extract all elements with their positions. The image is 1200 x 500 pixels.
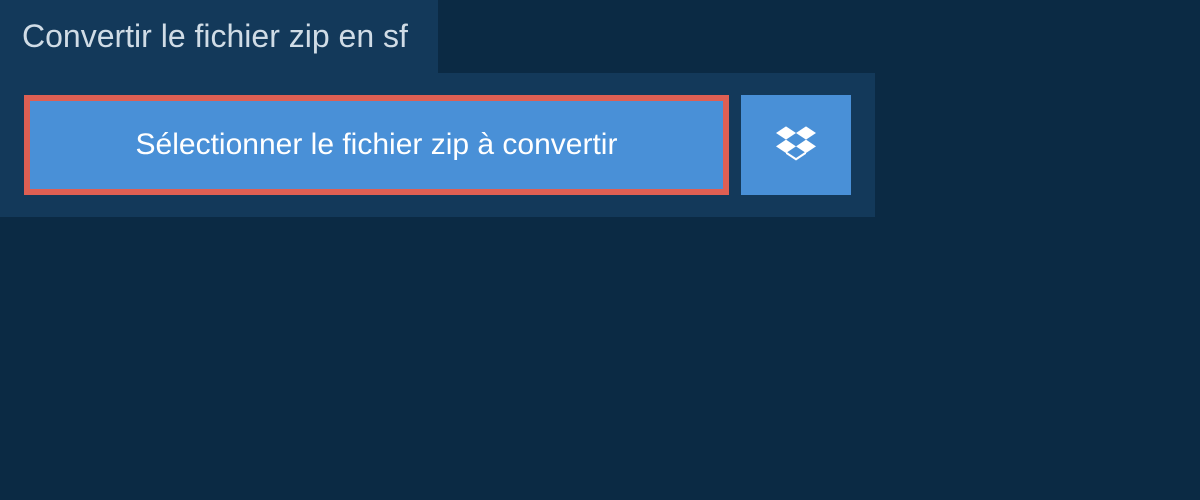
dropbox-icon <box>776 123 816 168</box>
upload-panel: Sélectionner le fichier zip à convertir <box>0 73 875 217</box>
page-title: Convertir le fichier zip en sf <box>22 18 408 54</box>
page-title-tab: Convertir le fichier zip en sf <box>0 0 438 73</box>
dropbox-button[interactable] <box>741 95 851 195</box>
select-file-button[interactable]: Sélectionner le fichier zip à convertir <box>24 95 729 195</box>
select-file-label: Sélectionner le fichier zip à convertir <box>136 128 618 162</box>
